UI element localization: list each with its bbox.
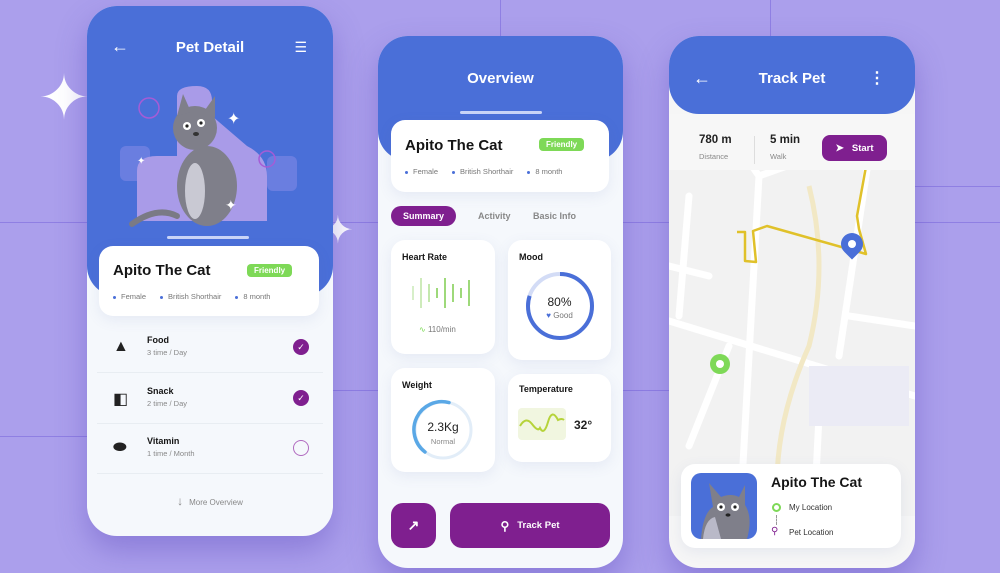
- start-label: Start: [851, 142, 874, 154]
- more-vertical-icon[interactable]: ⋮: [869, 68, 885, 88]
- mood-status: ♥ Good: [508, 311, 611, 320]
- arrow-down-icon: ↓: [177, 494, 184, 508]
- pet-gender: Female: [113, 292, 146, 301]
- card-title: Heart Rate: [402, 252, 448, 262]
- distance-label: Distance: [699, 152, 729, 161]
- item-frequency: 2 time / Day: [147, 399, 188, 408]
- sliders-icon[interactable]: ☰: [294, 39, 307, 56]
- tab-activity[interactable]: Activity: [478, 211, 511, 221]
- item-frequency: 3 time / Day: [147, 348, 188, 357]
- location-pin-icon: ⚲: [500, 518, 510, 533]
- trend-button[interactable]: ↗: [391, 503, 436, 548]
- pill-icon: ⬬: [113, 439, 127, 456]
- food-bowl-icon: ▲: [113, 338, 129, 355]
- heart-rate-value: ∿ 110/min: [419, 325, 456, 334]
- check-icon[interactable]: ✓: [293, 339, 309, 355]
- walk-label: Walk: [770, 152, 787, 161]
- pet-avatar: [691, 473, 757, 539]
- dotted-connector: [776, 515, 777, 525]
- bg-line: [770, 0, 771, 40]
- pet-breed: British Shorthair: [160, 292, 221, 301]
- card-title: Weight: [402, 380, 432, 390]
- my-location-dot-icon: [772, 503, 781, 512]
- overview-screen: Overview Apito The Cat Friendly Female B…: [378, 36, 623, 568]
- item-label: Snack: [147, 386, 174, 396]
- tab-summary[interactable]: Summary: [391, 206, 457, 226]
- pet-detail-screen: ← Pet Detail ☰ ✦ ✦ ✦ Apito The Cat Frien…: [87, 6, 333, 536]
- page-title: Overview: [467, 70, 534, 87]
- check-icon[interactable]: ✓: [293, 390, 309, 406]
- pet-age: 8 month: [527, 167, 562, 176]
- trending-up-icon: ↗: [407, 517, 420, 533]
- heart-rate-bars: [412, 278, 470, 308]
- item-frequency: 1 time / Month: [147, 449, 195, 458]
- map[interactable]: [669, 116, 915, 516]
- my-location-label: My Location: [789, 503, 833, 512]
- handle-bar: [167, 236, 249, 239]
- bg-line: [0, 436, 100, 437]
- card-title: Mood: [519, 252, 543, 262]
- pet-info-card: Apito The Cat Friendly Female British Sh…: [99, 246, 319, 316]
- walk-value: 5 min: [770, 134, 801, 146]
- unchecked-icon[interactable]: [293, 440, 309, 456]
- item-label: Food: [147, 335, 169, 345]
- my-location-marker: [710, 354, 730, 374]
- mood-card[interactable]: Mood 80% ♥ Good: [508, 240, 611, 360]
- cat-illustration: ✦ ✦ ✦: [120, 86, 297, 227]
- bg-line: [910, 186, 1000, 187]
- mood-status-text: Good: [553, 311, 573, 320]
- svg-text:✦: ✦: [225, 197, 237, 213]
- temperature-card[interactable]: Temperature 32°: [508, 374, 611, 462]
- track-pet-button[interactable]: ⚲ Track Pet: [450, 503, 610, 548]
- snack-bag-icon: ◧: [113, 391, 129, 408]
- pet-location-label: Pet Location: [789, 528, 834, 537]
- pet-name: Apito The Cat: [113, 262, 211, 279]
- track-pet-label: Track Pet: [517, 520, 560, 531]
- heart-icon: ♥: [546, 311, 551, 320]
- heart-rate-card[interactable]: Heart Rate ∿ 110/min: [391, 240, 495, 354]
- pet-age: 8 month: [235, 292, 270, 301]
- pet-meta: Female British Shorthair 8 month: [113, 292, 270, 301]
- list-item-vitamin[interactable]: ⬬ Vitamin 1 time / Month: [97, 424, 323, 474]
- temperature-wave: [518, 408, 566, 440]
- weight-value: 2.3Kg: [427, 420, 459, 434]
- cat-face-icon: [701, 483, 750, 539]
- more-overview-link[interactable]: ↓ More Overview: [87, 494, 333, 508]
- pet-meta: Female British Shorthair 8 month: [405, 167, 562, 176]
- pulse-icon: ∿: [419, 325, 426, 334]
- list-item-snack[interactable]: ◧ Snack 2 time / Day ✓: [97, 374, 323, 424]
- svg-text:✦: ✦: [137, 156, 145, 167]
- pet-info-card: Apito The Cat Friendly Female British Sh…: [391, 120, 609, 192]
- mood-value: 80%: [547, 295, 572, 309]
- sparkle-icon: ✦: [38, 64, 90, 133]
- handle-bar: [460, 111, 542, 114]
- weight-card[interactable]: Weight 2.3Kg Normal: [391, 368, 495, 472]
- pet-breed: British Shorthair: [452, 167, 513, 176]
- weight-status: Normal: [430, 437, 456, 446]
- more-overview-label: More Overview: [189, 498, 243, 507]
- temperature-value: 32°: [574, 418, 593, 432]
- tab-basic-info[interactable]: Basic Info: [533, 211, 576, 221]
- item-label: Vitamin: [147, 436, 180, 446]
- pet-location-pin-icon: ⚲: [771, 526, 779, 537]
- bg-line: [500, 0, 501, 40]
- card-title: Temperature: [519, 384, 573, 394]
- pet-location-card: Apito The Cat My Location ⚲ Pet Location: [681, 464, 901, 548]
- pet-name: Apito The Cat: [405, 137, 503, 154]
- pet-gender: Female: [405, 167, 438, 176]
- list-item-food[interactable]: ▲ Food 3 time / Day ✓: [97, 323, 323, 373]
- divider: [754, 136, 755, 164]
- navigation-icon: ➤: [835, 142, 844, 154]
- distance-value: 780 m: [699, 134, 732, 146]
- friendly-badge: Friendly: [247, 264, 293, 277]
- svg-text:✦: ✦: [227, 111, 240, 128]
- track-pet-screen: ← Track Pet ⋮ 780 m Distance 5 min Walk …: [669, 36, 915, 568]
- pet-name: Apito The Cat: [771, 474, 862, 490]
- friendly-badge: Friendly: [539, 138, 585, 151]
- heart-rate-text: 110/min: [427, 325, 456, 334]
- start-button[interactable]: ➤ Start: [822, 135, 887, 161]
